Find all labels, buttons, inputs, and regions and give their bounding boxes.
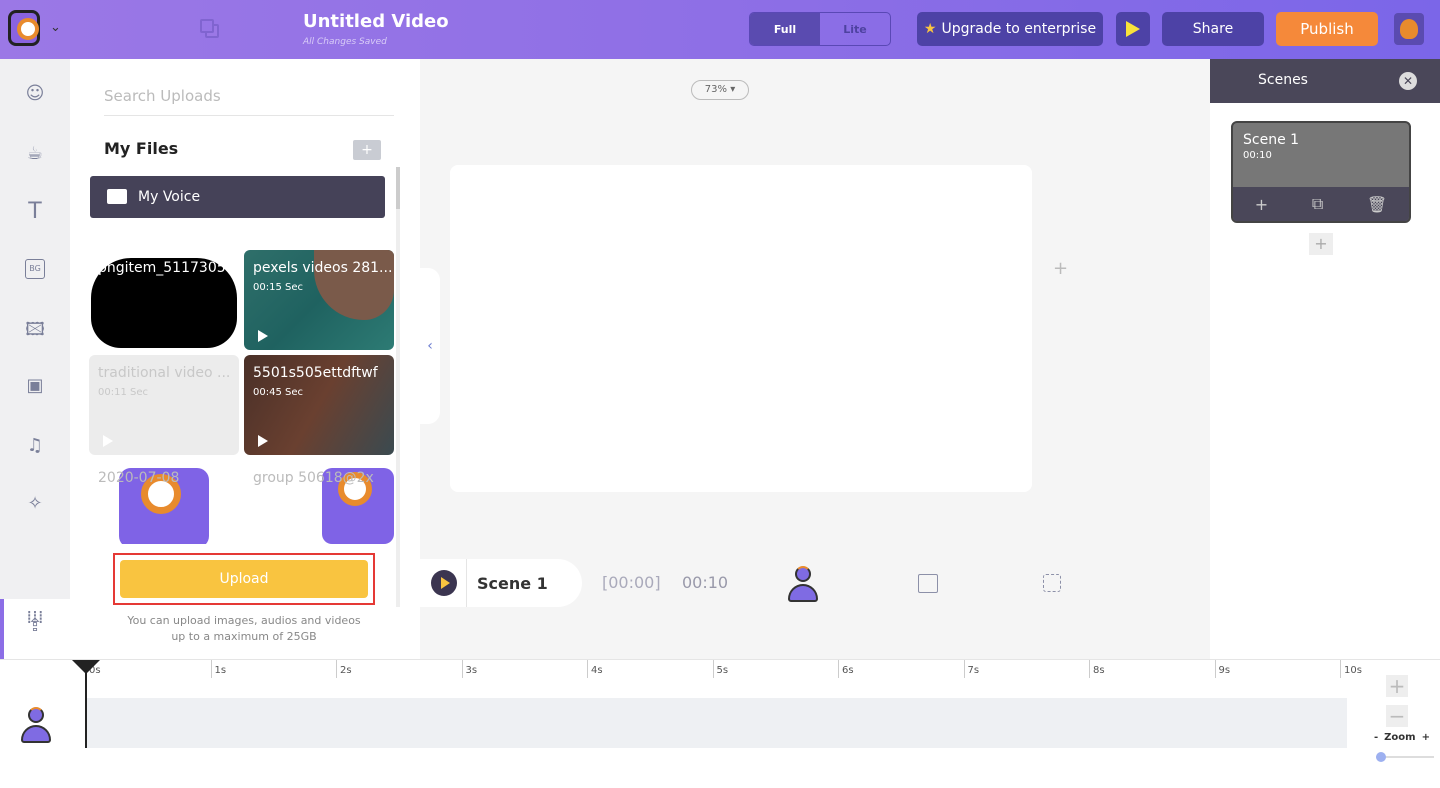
zoom-out-button[interactable]: − [1386,705,1408,727]
my-files-heading: My Files [104,139,179,158]
grid-icon[interactable]: ⁞⁞⁞ [23,607,47,631]
character-icon[interactable]: ☺ [23,83,47,107]
publish-button[interactable]: Publish [1276,12,1378,46]
timeline-tick: 6s [838,660,854,678]
folder-my-voice[interactable]: My Voice [90,176,385,218]
play-icon [103,435,113,447]
canvas-zoom-select[interactable]: 73% ▾ [691,80,749,100]
character-icon [20,707,51,745]
mode-toggle: Full Lite [749,12,891,46]
play-icon [258,330,268,342]
save-status: All Changes Saved [303,37,387,47]
coffee-icon[interactable]: ☕ [23,143,47,167]
share-button[interactable]: Share [1162,12,1264,46]
app-logo[interactable] [8,10,40,46]
zoom-label: - Zoom + [1374,732,1430,743]
background-icon[interactable]: BG [25,259,45,279]
scene-canvas[interactable] [450,165,1032,492]
star-icon: ★ [923,21,937,37]
timeline-tick: 1s [210,660,226,678]
slider-handle[interactable] [1376,752,1386,762]
divider [466,559,467,607]
scene-controls: Scene 1 [420,559,582,607]
character-track[interactable] [85,698,1347,748]
user-avatar[interactable] [1394,13,1424,45]
file-tile[interactable]: group 50618@2x [244,460,394,544]
timeline-tick: 3s [461,660,477,678]
timeline-tick: 10s [1340,660,1362,678]
new-folder-button[interactable]: + [353,140,381,160]
file-tile[interactable]: pexels videos 281... 00:15 Sec [244,250,394,350]
video-icon[interactable]: ▣ [23,375,47,399]
timeline-tick: 9s [1214,660,1230,678]
mode-full-button[interactable]: Full [750,13,820,45]
image-icon[interactable]: 🖾 [23,317,47,341]
character-icon[interactable] [787,566,818,604]
chevron-down-icon[interactable]: ⌄ [50,20,61,35]
chevron-left-icon: ‹ [427,338,433,354]
duplicate-icon[interactable]: ⧉ [1312,194,1323,214]
top-bar: ⌄ Untitled Video All Changes Saved Full … [0,0,1440,59]
search-uploads-input[interactable]: Search Uploads [104,87,394,116]
effects-icon[interactable]: ✧ [23,493,47,517]
file-tile[interactable]: 2020-07-08 [89,460,239,544]
uploads-panel: Search Uploads My Files + My Voice pngit… [70,59,420,659]
left-sidebar: ☺ ☕ T BG 🖾 ▣ ♫ ✧ ⇪ ⁞⁞⁞ [0,59,70,659]
add-scene-icon[interactable]: + [1053,258,1068,279]
upload-highlight: Upload [113,553,375,605]
timeline-tick: 5s [712,660,728,678]
scene-card[interactable]: Scene 1 00:10 + ⧉ 🗑 [1231,121,1411,223]
play-icon [1126,21,1140,37]
music-icon[interactable]: ♫ [23,435,47,459]
video-title[interactable]: Untitled Video [303,11,449,32]
scene-play-button[interactable] [431,570,457,596]
scrollbar[interactable] [396,167,400,607]
close-icon[interactable]: ✕ [1399,72,1417,90]
timeline-tick: 4s [587,660,603,678]
file-tile[interactable]: 5501s505ettdftwf 00:45 Sec [244,355,394,455]
current-time: [00:00] [602,573,661,592]
timeline-tick: 7s [963,660,979,678]
add-scene-button[interactable]: + [1309,233,1333,255]
timeline: 0s1s2s3s4s5s6s7s8s9s10s + − -Zoom+ [0,659,1440,788]
zoom-in-button[interactable]: + [1386,675,1408,697]
scenes-header: Scenes ✕ [1210,59,1440,103]
zoom-slider[interactable] [1376,752,1434,762]
upgrade-button[interactable]: ★ Upgrade to enterprise [917,12,1103,46]
add-icon[interactable]: + [1255,195,1268,214]
scenes-panel: Scenes ✕ Scene 1 00:10 + ⧉ 🗑 + [1210,59,1440,659]
collapse-panel-button[interactable]: ‹ [420,268,440,424]
timeline-tick: 2s [336,660,352,678]
scene-name: Scene 1 [477,573,548,593]
preview-play-button[interactable] [1116,12,1150,46]
caret-down-icon: ▾ [730,84,736,95]
play-icon [258,435,268,447]
duplicate-icon[interactable] [200,19,214,33]
upload-hint: You can upload images, audios and videos… [127,614,361,643]
video-icon[interactable] [918,574,938,593]
timeline-tick: 8s [1089,660,1105,678]
mode-lite-button[interactable]: Lite [820,13,890,45]
file-tile[interactable]: pngitem_5117305 [89,250,239,350]
text-icon[interactable]: T [23,199,47,224]
file-tile[interactable]: traditional video ... 00:11 Sec [89,355,239,455]
upload-button[interactable]: Upload [120,560,368,598]
scene-duration[interactable]: 00:10 [682,573,728,592]
playhead[interactable] [72,660,100,748]
timeline-ruler[interactable]: 0s1s2s3s4s5s6s7s8s9s10s [85,660,1362,680]
trash-icon[interactable]: 🗑 [1367,195,1387,214]
camera-focus-icon[interactable] [1043,574,1061,592]
